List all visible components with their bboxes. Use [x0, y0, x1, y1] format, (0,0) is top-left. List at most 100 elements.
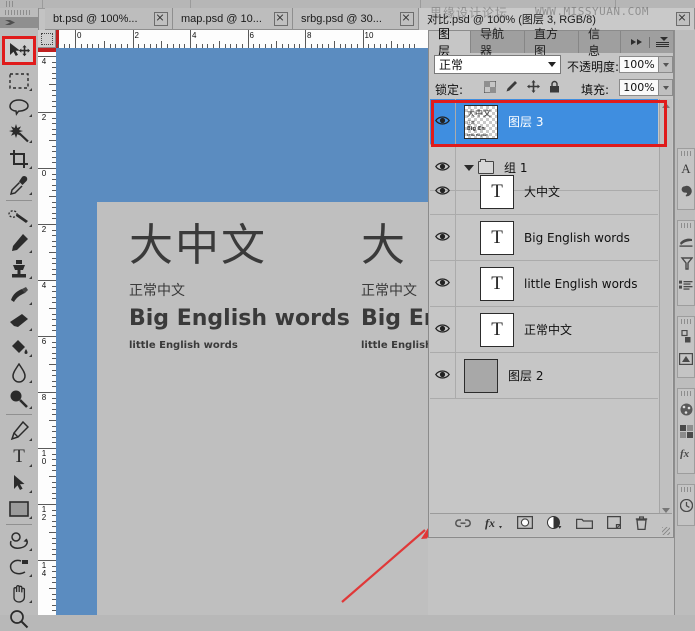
close-icon[interactable] [154, 11, 168, 26]
layer-row[interactable]: Tlittle English words [430, 261, 658, 307]
panel-menu-icon[interactable] [656, 37, 669, 47]
layer-row[interactable]: T Big English words [430, 215, 658, 261]
rectangle-shape-tool[interactable] [4, 496, 34, 521]
lock-transparent-icon[interactable] [483, 80, 497, 98]
color-panel-icon[interactable] [678, 180, 694, 202]
toolbox-grip[interactable] [5, 10, 31, 15]
3d-object-rotate-tool[interactable] [4, 528, 34, 553]
history-panel-icon[interactable] [678, 494, 694, 516]
marquee-tool[interactable] [4, 68, 34, 93]
canvas-area[interactable]: 大中文 正常中文 Big English words little Englis… [56, 48, 428, 615]
toolbox-collapse-button[interactable] [0, 17, 38, 28]
crop-tool[interactable] [4, 146, 34, 171]
layer-thumbnail[interactable]: T [480, 266, 514, 301]
eyedropper-tool[interactable] [4, 172, 34, 197]
ruler-v-label: 10 [41, 449, 47, 466]
swatches-panel-icon[interactable] [678, 398, 694, 420]
panel-expand-icon[interactable] [631, 38, 643, 47]
layer-thumbnail[interactable] [464, 358, 498, 393]
close-icon[interactable] [274, 11, 288, 26]
document-tab-1[interactable]: map.psd @ 10... [173, 8, 293, 30]
paint-bucket-tool[interactable] [4, 334, 34, 359]
vertical-ruler[interactable]: 4 2 0 2 4 6 8 10 12 14 [38, 48, 57, 615]
layer-row[interactable]: T 正常中文 [430, 307, 658, 353]
panel-tab-0[interactable]: 图层 [429, 27, 471, 58]
lasso-tool[interactable] [4, 94, 34, 119]
type-tool[interactable]: T [4, 444, 34, 469]
panel-resize-grip[interactable] [662, 527, 670, 535]
layer-list-scrollbar[interactable] [659, 99, 672, 517]
paragraph-panel-icon[interactable] [678, 274, 694, 296]
clone-source-icon[interactable] [678, 252, 694, 274]
panel-tab-1[interactable]: 导航器 [471, 27, 525, 58]
eye-icon [435, 229, 450, 247]
fill-stepper[interactable] [659, 79, 673, 96]
panel-tab-3[interactable]: 信息 [579, 27, 621, 58]
clone-stamp-tool[interactable] [4, 256, 34, 281]
actions-panel-icon[interactable]: fx [678, 442, 694, 464]
ruler-v-label: 0 [41, 169, 47, 178]
layer-row[interactable]: T 大中文 [430, 169, 658, 215]
horizontal-ruler[interactable]: 0 2 4 6 8 10 [56, 30, 428, 49]
new-adjustment-layer-icon[interactable] [546, 515, 562, 535]
artboard[interactable]: 大中文 正常中文 Big English words little Englis… [97, 202, 428, 615]
layer-list[interactable]: 大中文 正常 Big En little English 图层 3组 1 T 大中文 T Big… [430, 99, 672, 517]
layer-visibility-toggle[interactable] [430, 307, 456, 352]
path-selection-tool[interactable] [4, 470, 34, 495]
blur-tool[interactable] [4, 360, 34, 385]
layer-visibility-toggle[interactable] [430, 353, 456, 398]
new-group-icon[interactable] [575, 516, 593, 534]
blend-mode-select[interactable]: 正常 [434, 55, 561, 74]
document-tab-2[interactable]: srbg.psd @ 30... [293, 8, 419, 30]
history-brush-tool[interactable] [4, 282, 34, 307]
brush-tool[interactable] [4, 230, 34, 255]
3d-camera-rotate-tool[interactable] [4, 554, 34, 579]
layer-visibility-toggle[interactable] [430, 261, 456, 306]
masks-panel-icon[interactable] [678, 326, 694, 348]
new-layer-icon[interactable] [606, 515, 621, 534]
blend-mode-row: 正常 不透明度: 100% [429, 53, 673, 77]
lock-row: 锁定: 填充: 100% [429, 77, 673, 99]
layer-visibility-toggle[interactable] [430, 215, 456, 260]
canvas-normal-chinese-2: 正常中文 [361, 283, 417, 299]
lock-all-icon[interactable] [549, 80, 560, 98]
eraser-tool[interactable] [4, 308, 34, 333]
zoom-tool[interactable] [4, 606, 34, 631]
close-icon[interactable] [400, 11, 414, 26]
document-tab-0[interactable]: bt.psd @ 100%... [45, 8, 173, 30]
add-layer-mask-icon[interactable] [516, 515, 533, 534]
opacity-input[interactable]: 100% [619, 56, 659, 73]
brush-panel-icon[interactable] [678, 230, 694, 252]
layer-row[interactable]: 图层 2 [430, 353, 658, 399]
add-layer-style-icon[interactable]: fx [485, 516, 503, 535]
layer-visibility-toggle[interactable] [430, 169, 456, 214]
styles-panel-icon[interactable] [678, 420, 694, 442]
layer-thumbnail[interactable]: T [480, 174, 514, 209]
layer-thumbnail[interactable]: T [480, 220, 514, 255]
ruler-h-label: 0 [77, 31, 82, 40]
panel-tab-2[interactable]: 直方图 [525, 27, 579, 58]
link-layers-icon[interactable] [454, 516, 471, 534]
ruler-corner[interactable] [38, 30, 56, 48]
hand-tool[interactable] [4, 580, 34, 605]
ruler-v-label: 12 [41, 505, 47, 522]
adjustments-panel-icon[interactable] [678, 348, 694, 370]
fill-input[interactable]: 100% [619, 79, 659, 96]
eye-icon [435, 367, 450, 385]
ruler-v-origin [38, 48, 56, 52]
character-panel-icon[interactable]: A [678, 158, 694, 180]
magic-wand-tool[interactable] [4, 120, 34, 145]
app-bar-grip[interactable] [6, 1, 14, 7]
panel-controls [631, 31, 669, 53]
dodge-tool[interactable] [4, 386, 34, 411]
pen-tool[interactable] [4, 418, 34, 443]
layer-thumbnail[interactable]: T [480, 312, 514, 347]
lock-position-icon[interactable] [527, 80, 540, 98]
document-tab-label: srbg.psd @ 30... [301, 12, 382, 25]
ruler-v-label: 4 [41, 57, 47, 66]
healing-brush-tool[interactable] [4, 204, 34, 229]
lock-image-icon[interactable] [505, 80, 518, 98]
delete-layer-icon[interactable] [635, 515, 648, 535]
opacity-stepper[interactable] [659, 56, 673, 73]
close-icon[interactable] [676, 11, 690, 26]
